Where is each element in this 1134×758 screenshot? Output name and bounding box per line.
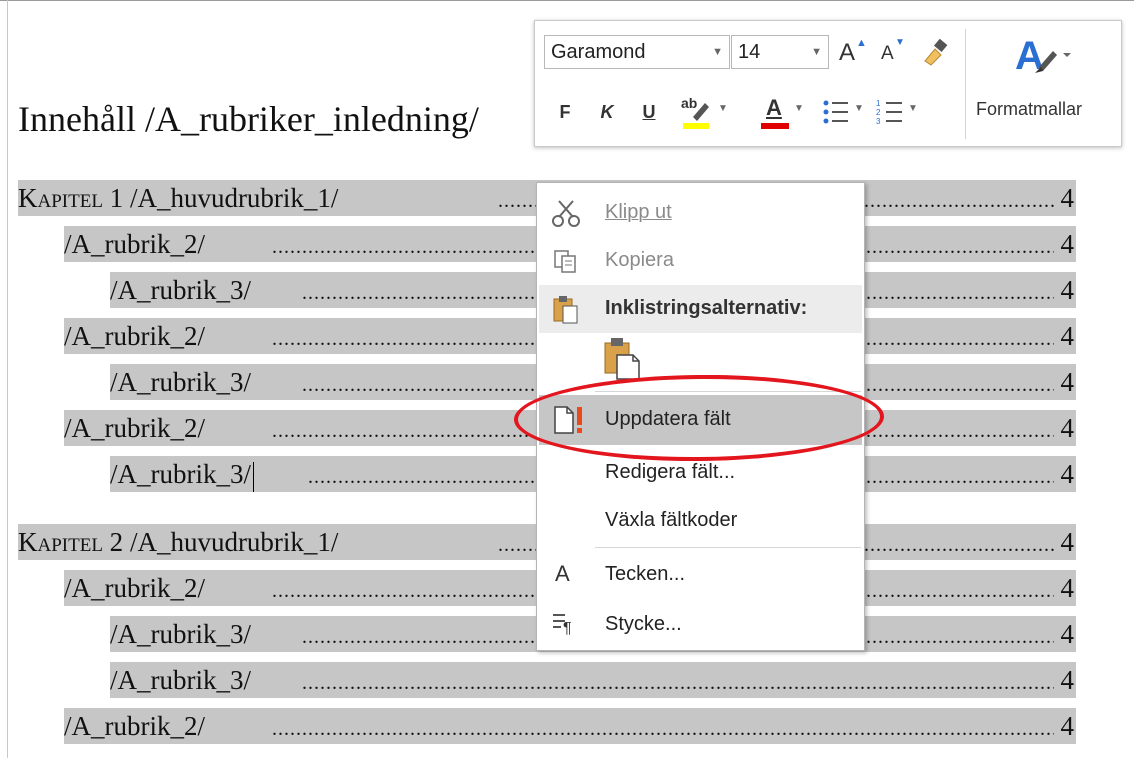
numbering-button[interactable]: 1 2 3: [875, 95, 905, 129]
toc-page-number: 4: [1060, 413, 1075, 443]
toc-entry-level-3[interactable]: /A_rubrik_3/ 4: [110, 662, 1076, 698]
page-left-edge: [7, 0, 8, 758]
toc-entry-label: /A_rubrik_3/: [110, 619, 251, 649]
chevron-down-icon: ▼: [811, 46, 822, 58]
toc-page-number: 4: [1060, 321, 1075, 351]
page-top-edge: [0, 0, 1134, 1]
toc-entry-label: /A_rubrik_2/: [64, 229, 205, 259]
toc-entry-label: Kapitel 2 /A_huvudrubrik_1/: [18, 527, 339, 557]
underline-button[interactable]: U: [637, 95, 661, 129]
toc-page-number: 4: [1060, 665, 1075, 695]
toc-entry-label: /A_rubrik_3/: [110, 665, 251, 695]
format-painter-button[interactable]: [917, 35, 953, 69]
toc-entry-label: /A_rubrik_2/: [64, 573, 205, 603]
font-color-dropdown-arrow[interactable]: ▼: [793, 103, 805, 123]
bullets-button[interactable]: [821, 95, 851, 129]
menu-item-label: Uppdatera fält: [605, 408, 731, 430]
bullets-dropdown-arrow[interactable]: ▼: [853, 103, 865, 123]
italic-button[interactable]: K: [595, 95, 619, 129]
menu-separator: [595, 391, 861, 392]
bullets-icon: [823, 100, 848, 124]
toc-page-number: 4: [1060, 711, 1075, 741]
paste-keep-formatting-button[interactable]: [601, 335, 645, 385]
font-color-button[interactable]: A: [759, 93, 791, 131]
menu-item-label: Inklistringsalternativ:: [605, 297, 808, 319]
paragraph-icon: ¶: [553, 614, 572, 637]
text-cursor: [253, 461, 254, 492]
menu-item-label: Kopiera: [605, 249, 674, 271]
toc-page-number: 4: [1060, 619, 1075, 649]
toc-dot-leader: [272, 708, 1054, 744]
grow-font-icon: A ▲: [839, 37, 867, 66]
paste-keep-formatting-icon: [604, 338, 640, 380]
menu-item-toggle-field-codes[interactable]: Växla fältkoder: [537, 497, 864, 545]
font-size-dropdown[interactable]: 14 ▼: [731, 35, 829, 69]
menu-item-label: Stycke...: [605, 613, 682, 635]
menu-paste-options-header: Inklistringsalternativ:: [539, 285, 862, 333]
toc-page-number: 4: [1060, 527, 1075, 557]
svg-text:¶: ¶: [563, 620, 572, 637]
toc-page-number: 4: [1060, 367, 1075, 397]
update-field-icon: [554, 406, 582, 434]
copy-icon: [554, 250, 576, 273]
toc-page-number: 4: [1060, 275, 1075, 305]
shrink-font-icon: A ▼: [881, 37, 905, 64]
toc-entry-label: /A_rubrik_3/: [110, 275, 251, 305]
toc-page-number: 4: [1060, 229, 1075, 259]
font-color-glyph: A: [766, 95, 782, 120]
menu-item-label: Växla fältkoder: [605, 509, 738, 531]
font-name-value: Garamond: [551, 41, 646, 63]
styles-button[interactable]: A: [1005, 29, 1075, 85]
styles-icon: A: [1015, 34, 1071, 78]
highlight-dropdown-arrow[interactable]: ▼: [717, 103, 729, 123]
font-size-value: 14: [738, 41, 761, 63]
toc-entry-label: Kapitel 1 /A_huvudrubrik_1/: [18, 183, 339, 213]
toc-entry-label: /A_rubrik_2/: [64, 321, 205, 351]
highlighter-icon: [683, 103, 709, 129]
numbering-dropdown-arrow[interactable]: ▼: [907, 103, 919, 123]
grow-font-button[interactable]: A ▲: [835, 35, 867, 69]
menu-item-copy[interactable]: Kopiera: [537, 237, 864, 285]
toc-page-number: 4: [1060, 183, 1075, 213]
menu-separator: [595, 547, 861, 548]
toc-title: Innehåll /A_rubriker_inledning/: [18, 99, 479, 139]
clipboard-icon: [553, 296, 578, 324]
font-color-swatch: [761, 123, 789, 129]
chevron-down-icon: ▼: [712, 46, 723, 58]
menu-item-update-field[interactable]: Uppdatera fält: [539, 395, 862, 445]
svg-text:3: 3: [876, 117, 881, 126]
highlight-button[interactable]: ab: [679, 93, 715, 131]
bold-button[interactable]: F: [553, 95, 577, 129]
mini-toolbar: Garamond ▼ 14 ▼ A ▲ A ▼ F K U ab ▼ A ▼ ▼…: [534, 20, 1122, 147]
svg-text:2: 2: [876, 108, 881, 117]
format-painter-icon: [924, 38, 948, 66]
font-a-icon: A: [555, 561, 570, 586]
toc-entry-label: /A_rubrik_3/: [110, 456, 256, 492]
menu-item-label: Klipp ut: [605, 201, 672, 223]
menu-item-label: Tecken...: [605, 563, 686, 585]
toc-page-number: 4: [1060, 459, 1075, 489]
toc-entry-label: /A_rubrik_2/: [64, 413, 205, 443]
styles-label[interactable]: Formatmallar: [976, 99, 1082, 120]
toc-entry-label: /A_rubrik_3/: [110, 367, 251, 397]
font-name-dropdown[interactable]: Garamond ▼: [544, 35, 730, 69]
menu-item-cut[interactable]: Klipp ut: [537, 189, 864, 237]
scissors-icon: [552, 200, 580, 227]
menu-item-paragraph[interactable]: ¶ Stycke...: [537, 601, 864, 649]
toc-entry-label: /A_rubrik_2/: [64, 711, 205, 741]
numbering-icon: 1 2 3: [876, 99, 902, 126]
svg-text:1: 1: [876, 99, 881, 108]
menu-item-label: Redigera fält...: [605, 461, 736, 483]
toc-page-number: 4: [1060, 573, 1075, 603]
menu-item-edit-field[interactable]: Redigera fält...: [537, 449, 864, 497]
menu-item-font[interactable]: A Tecken...: [537, 551, 864, 599]
toolbar-separator: [965, 29, 966, 139]
shrink-font-button[interactable]: A ▼: [875, 35, 905, 69]
toc-dot-leader: [302, 662, 1054, 698]
context-menu: Klipp ut Kopiera Inklistringsalternativ:: [536, 182, 865, 651]
toc-entry-level-2[interactable]: /A_rubrik_2/ 4: [64, 708, 1076, 744]
